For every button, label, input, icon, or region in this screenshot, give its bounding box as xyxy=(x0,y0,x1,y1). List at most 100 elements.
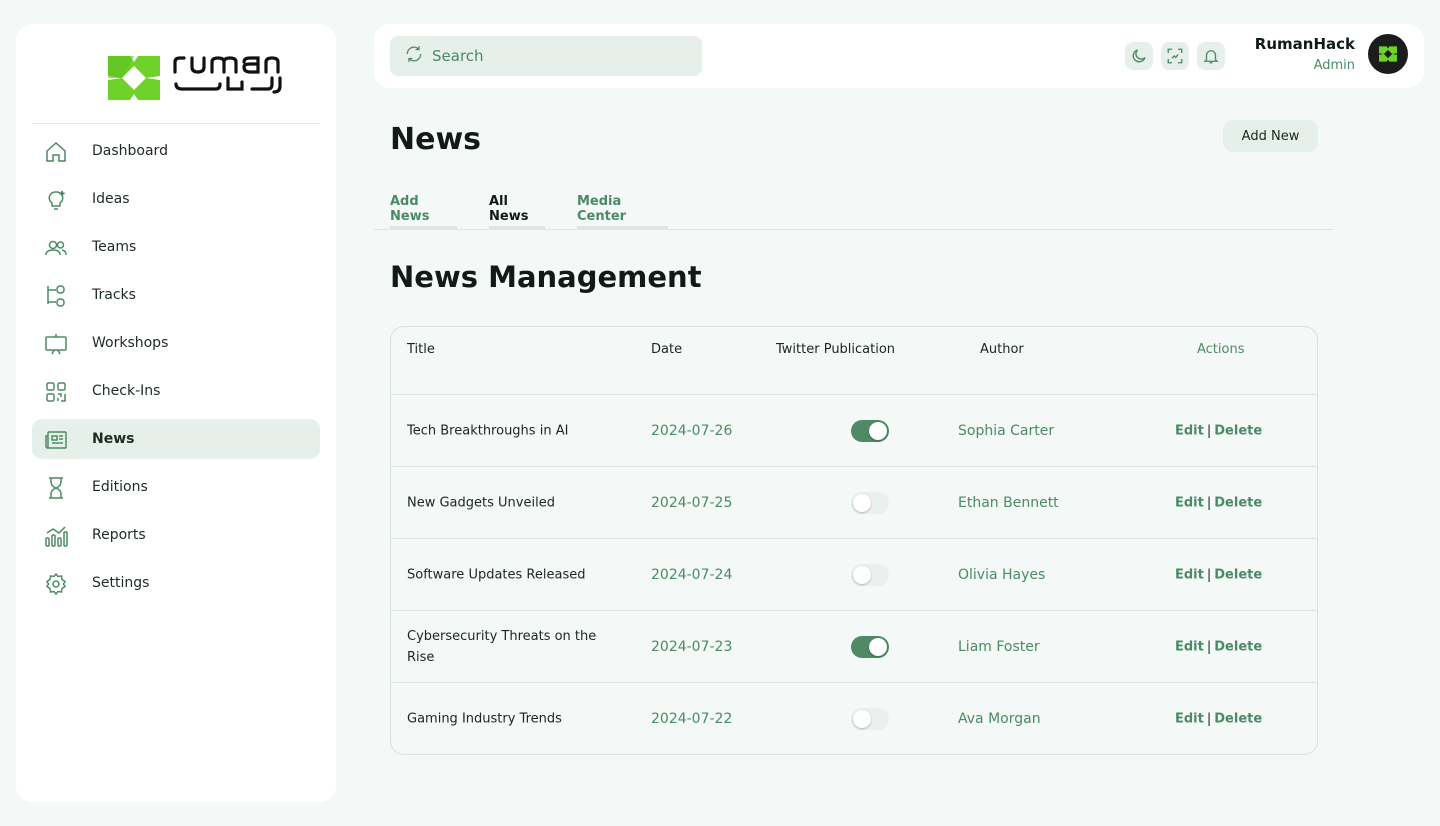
search-input[interactable] xyxy=(432,47,692,65)
news-title: Software Updates Released xyxy=(407,567,586,582)
twitter-toggle[interactable] xyxy=(851,708,889,730)
logo-mark-icon xyxy=(108,56,160,100)
row-actions: Edit | Delete xyxy=(1175,711,1263,727)
add-new-button[interactable]: Add New xyxy=(1223,120,1318,152)
edit-link[interactable]: Edit xyxy=(1175,712,1204,727)
twitter-toggle[interactable] xyxy=(851,635,889,658)
toggle-knob xyxy=(853,565,871,584)
sidebar-item-label: Editions xyxy=(92,479,148,495)
news-title: Cybersecurity Threats on the Rise xyxy=(407,628,597,665)
sidebar-item-ideas[interactable]: Ideas xyxy=(32,179,320,219)
newspaper-icon xyxy=(44,427,68,451)
avatar[interactable] xyxy=(1368,34,1408,74)
sidebar-item-label: Workshops xyxy=(92,335,169,351)
news-author: Ava Morgan xyxy=(958,711,1041,727)
row-actions: Edit | Delete xyxy=(1175,495,1263,510)
sidebar-item-label: Reports xyxy=(92,527,146,543)
table-row: Gaming Industry Trends 2024-07-22 Ava Mo… xyxy=(391,683,1317,754)
news-date: 2024-07-22 xyxy=(651,711,733,727)
delete-link[interactable]: Delete xyxy=(1214,423,1262,438)
logo-wordmark-icon xyxy=(173,56,282,94)
tracks-icon xyxy=(44,283,68,307)
sidebar-item-teams[interactable]: Teams xyxy=(32,227,320,267)
news-title: Tech Breakthroughs in AI xyxy=(407,423,569,438)
lightbulb-icon xyxy=(44,187,68,211)
sidebar-item-tracks[interactable]: Tracks xyxy=(32,275,320,315)
search-box[interactable] xyxy=(390,36,702,76)
hourglass-icon xyxy=(44,475,68,499)
row-actions: Edit | Delete xyxy=(1175,567,1263,582)
presentation-icon xyxy=(44,331,68,355)
user-role: Admin xyxy=(1313,58,1355,73)
sidebar-item-reports[interactable]: Reports xyxy=(32,515,320,555)
tabs: Add News All News Media Center xyxy=(374,188,1334,230)
news-author: Sophia Carter xyxy=(958,422,1055,439)
edit-link[interactable]: Edit xyxy=(1175,639,1204,654)
toggle-knob xyxy=(853,710,871,728)
delete-link[interactable]: Delete xyxy=(1214,567,1262,582)
news-date: 2024-07-24 xyxy=(651,566,733,583)
column-header-date: Date xyxy=(651,342,683,357)
sidebar-item-label: Dashboard xyxy=(92,143,168,159)
fullscreen-button[interactable] xyxy=(1161,42,1189,70)
news-date: 2024-07-26 xyxy=(651,422,733,439)
sidebar-item-editions[interactable]: Editions xyxy=(32,467,320,507)
edit-link[interactable]: Edit xyxy=(1175,423,1204,438)
sidebar-item-label: News xyxy=(92,431,135,447)
chart-icon xyxy=(44,523,68,547)
sidebar-item-label: Settings xyxy=(92,575,150,591)
refresh-search-icon xyxy=(404,44,424,68)
toggle-knob xyxy=(853,493,871,512)
delete-link[interactable]: Delete xyxy=(1214,639,1262,654)
page-title: News xyxy=(390,122,482,157)
row-actions: Edit | Delete xyxy=(1175,639,1263,654)
bell-icon xyxy=(1203,50,1219,64)
sidebar-item-check-ins[interactable]: Check-Ins xyxy=(32,371,320,411)
tab-all-news[interactable]: All News xyxy=(489,188,545,229)
sidebar-item-dashboard[interactable]: Dashboard xyxy=(32,131,320,171)
row-actions: Edit | Delete xyxy=(1175,423,1263,438)
moon-icon xyxy=(1132,49,1146,63)
logo[interactable] xyxy=(32,24,320,124)
table-row: Software Updates Released 2024-07-24 Oli… xyxy=(391,539,1317,611)
delete-link[interactable]: Delete xyxy=(1214,712,1262,727)
toggle-knob xyxy=(869,421,887,440)
sidebar-item-label: Check-Ins xyxy=(92,383,161,399)
home-icon xyxy=(44,139,68,163)
qr-code-icon xyxy=(44,379,68,403)
table-row: Tech Breakthroughs in AI 2024-07-26 Soph… xyxy=(391,395,1317,467)
sidebar-item-label: Tracks xyxy=(92,287,136,303)
news-date: 2024-07-25 xyxy=(651,494,733,511)
news-title: New Gadgets Unveiled xyxy=(407,495,555,510)
sidebar-item-workshops[interactable]: Workshops xyxy=(32,323,320,363)
twitter-toggle[interactable] xyxy=(851,419,889,442)
twitter-toggle[interactable] xyxy=(851,491,889,514)
topbar: RumanHack Admin xyxy=(374,24,1424,88)
delete-link[interactable]: Delete xyxy=(1214,495,1262,510)
edit-link[interactable]: Edit xyxy=(1175,495,1204,510)
gear-icon xyxy=(44,571,68,596)
news-date: 2024-07-23 xyxy=(651,638,733,655)
column-header-title: Title xyxy=(407,342,435,357)
sidebar-item-news[interactable]: News xyxy=(32,419,320,459)
news-title: Gaming Industry Trends xyxy=(407,711,562,727)
sidebar-item-label: Teams xyxy=(92,239,137,255)
user-name: RumanHack xyxy=(1254,35,1355,53)
sidebar-item-settings[interactable]: Settings xyxy=(32,563,320,603)
news-author: Olivia Hayes xyxy=(958,566,1046,583)
twitter-toggle[interactable] xyxy=(851,563,889,586)
tab-media-center[interactable]: Media Center xyxy=(577,188,668,229)
news-table: Title Date Twitter Publication Author Ac… xyxy=(390,326,1318,755)
sidebar-item-label: Ideas xyxy=(92,191,130,207)
table-header: Title Date Twitter Publication Author Ac… xyxy=(391,327,1317,395)
dark-mode-button[interactable] xyxy=(1125,42,1153,70)
tab-add-news[interactable]: Add News xyxy=(390,188,457,229)
toggle-knob xyxy=(869,637,887,656)
sidebar: Dashboard Ideas Teams Tracks Workshops C… xyxy=(16,24,336,802)
fullscreen-icon xyxy=(1167,48,1183,64)
section-title: News Management xyxy=(390,260,702,294)
notifications-button[interactable] xyxy=(1197,42,1225,70)
table-row: Cybersecurity Threats on the Rise 2024-0… xyxy=(391,611,1317,683)
logo-mark-icon xyxy=(1379,46,1397,62)
edit-link[interactable]: Edit xyxy=(1175,567,1204,582)
